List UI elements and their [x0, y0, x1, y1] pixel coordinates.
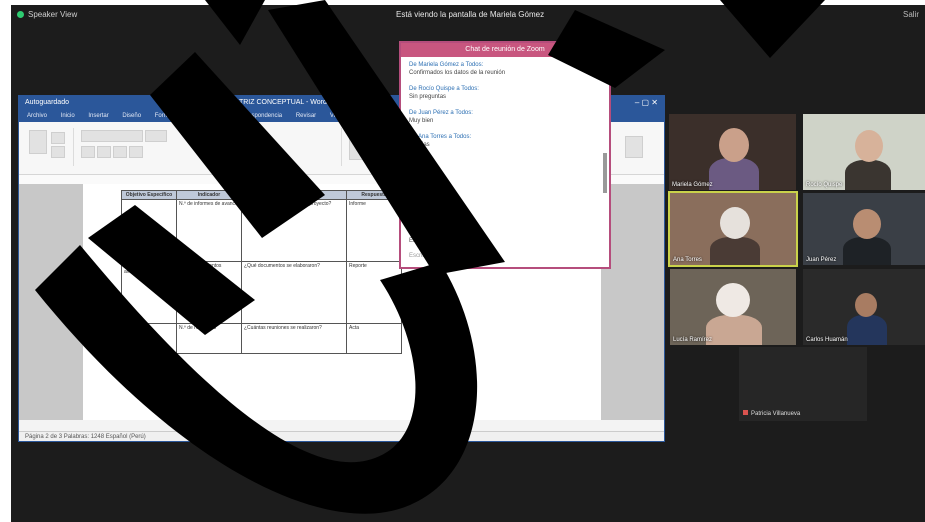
bold-icon[interactable] — [81, 146, 95, 158]
clipboard-group — [23, 128, 74, 166]
editor-icon[interactable] — [625, 136, 643, 158]
close-icon[interactable]: ✕ — [597, 43, 605, 57]
zoom-meeting-window: Speaker View Está viendo la pantalla de … — [11, 5, 925, 522]
bullets-icon[interactable] — [227, 130, 241, 142]
chat-message: De Rocío Quispe a Todos: Sin preguntas — [409, 86, 479, 100]
table-header: Objetivo Específico — [121, 190, 177, 200]
table-header: Indicador — [176, 190, 242, 200]
window-controls[interactable]: – ▢ ✕ — [635, 96, 658, 110]
table-header: Pregunta — [241, 190, 347, 200]
align-right-icon[interactable] — [259, 146, 273, 158]
table-cell: ¿Cuáles son los avances del proyecto? — [241, 199, 347, 262]
view-toggle[interactable]: Speaker View — [17, 10, 77, 19]
chat-recipient-row: Enviar a: Todos Más — [409, 237, 484, 245]
chat-panel: Chat de reunión de Zoom ✕ De Mariela Góm… — [399, 41, 611, 269]
table-cell: N.º de informes de avance — [176, 199, 242, 262]
paragraph-group — [221, 128, 342, 166]
table-cell — [121, 199, 177, 262]
table-cell: N.º de documentos elaborados — [176, 261, 242, 324]
menu-item[interactable]: Inicio — [61, 113, 75, 119]
numbering-icon[interactable] — [243, 130, 257, 142]
table-cell: Reporte — [346, 261, 402, 324]
table-cell: Informe — [346, 199, 402, 262]
table-cell: ¿Qué documentos se elaboraron? — [241, 261, 347, 324]
participant-tile[interactable]: Carlos Huamán — [803, 269, 925, 345]
participant-tile[interactable]: Lucía Ramírez — [670, 269, 796, 345]
underline-icon[interactable] — [113, 146, 127, 158]
chat-messages: De Mariela Gómez a Todos: Confirmados lo… — [401, 57, 609, 161]
chat-scrollbar[interactable] — [603, 153, 607, 193]
font-size-select[interactable] — [145, 130, 167, 142]
menu-item[interactable]: Referencias — [191, 113, 223, 119]
status-dot-icon — [17, 11, 24, 19]
align-left-icon[interactable] — [227, 146, 241, 158]
table-header: Respuesta — [346, 190, 402, 200]
menu-item[interactable]: Archivo — [27, 113, 47, 119]
table-cell: Acta — [346, 323, 402, 354]
menu-item[interactable]: Revisar — [296, 113, 316, 119]
menu-item[interactable]: Ayuda — [356, 113, 373, 119]
menu-item[interactable]: Correspondencia — [236, 113, 282, 119]
menu-item[interactable]: Vista — [330, 113, 343, 119]
align-center-icon[interactable] — [243, 146, 257, 158]
table-cell: Consolidar los avances del proyecto — [121, 261, 177, 324]
participant-tile[interactable]: Rocío Quispe — [803, 114, 925, 190]
recipient-select[interactable]: Todos — [437, 237, 462, 245]
styles-gallery[interactable] — [349, 132, 401, 160]
leave-button[interactable]: Salir — [903, 10, 919, 19]
menu-item[interactable]: Formato — [155, 113, 177, 119]
menu-item[interactable]: Diseño — [122, 113, 141, 119]
font-color-icon[interactable] — [129, 146, 143, 158]
participant-tile-active-speaker[interactable]: Ana Torres — [668, 191, 798, 267]
participant-tile[interactable]: Mariela Gómez — [669, 114, 796, 190]
chat-title-bar: Chat de reunión de Zoom ✕ — [401, 43, 609, 57]
styles-group — [345, 128, 406, 166]
cut-icon[interactable] — [51, 132, 65, 144]
copy-icon[interactable] — [51, 146, 65, 158]
more-button[interactable]: Más — [472, 238, 483, 244]
table-cell: ¿Cuántas reuniones se realizaron? — [241, 323, 347, 354]
participant-tile-video-off[interactable]: Patricia Villanueva — [739, 347, 867, 421]
meeting-top-bar: Speaker View Está viendo la pantalla de … — [11, 5, 925, 27]
table-cell — [121, 323, 177, 354]
participant-tile[interactable]: Juan Pérez — [803, 193, 925, 265]
italic-icon[interactable] — [97, 146, 111, 158]
chat-message: De Ana Torres a Todos: Gracias — [409, 134, 472, 148]
font-group — [77, 128, 218, 166]
table-cell: N.º de reuniones — [176, 323, 242, 354]
word-status-bar: Página 2 de 3 Palabras: 1248 Español (Pe… — [19, 431, 664, 441]
paste-icon[interactable] — [29, 130, 47, 154]
muted-mic-icon — [743, 410, 748, 415]
matrix-table: Objetivo Específico Indicador Pregunta R… — [121, 190, 402, 354]
chat-message: De Mariela Gómez a Todos: Confirmados lo… — [409, 62, 506, 76]
font-name-select[interactable] — [81, 130, 143, 142]
chat-input[interactable]: Escriba aquí el mensaje... — [409, 253, 601, 259]
chat-message: De Juan Pérez a Todos: Muy bien — [409, 110, 473, 124]
menu-item[interactable]: Insertar — [88, 113, 108, 119]
screen-share-banner: Está viendo la pantalla de Mariela Gómez — [396, 10, 545, 19]
